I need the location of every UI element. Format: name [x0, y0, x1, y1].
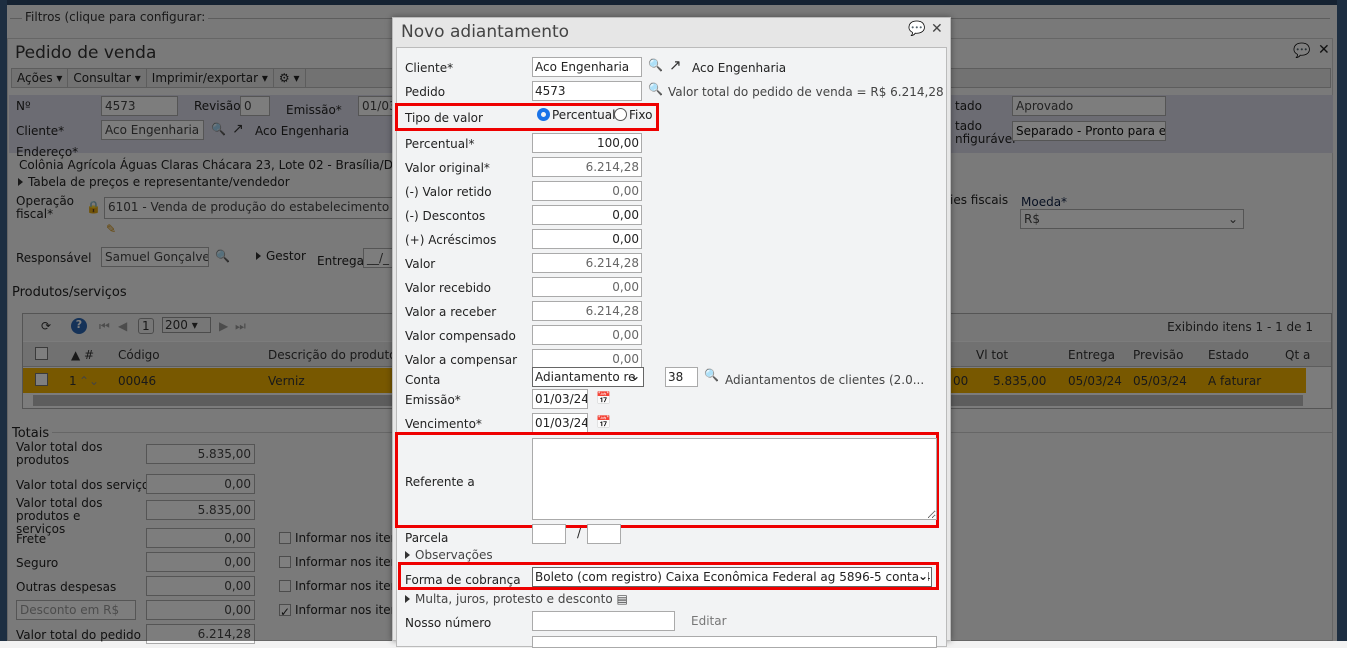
next-field[interactable]: [532, 636, 937, 648]
field-input[interactable]: 0,00: [532, 205, 642, 225]
notes-icon[interactable]: ▤: [617, 592, 628, 606]
field-label: Valor recebido: [405, 281, 491, 295]
radio-fixo[interactable]: Fixo: [614, 108, 652, 122]
search-icon[interactable]: 🔍: [704, 368, 719, 382]
multa-toggle[interactable]: Multa, juros, protesto e desconto ▤: [405, 592, 628, 606]
editar-link[interactable]: Editar: [691, 614, 727, 628]
pedido-label: Pedido: [405, 85, 446, 99]
dialog-body: Cliente* Aco Engenharia 🔍 ↗ Aco Engenhar…: [395, 47, 947, 648]
referente-label: Referente a: [405, 475, 475, 489]
field-input[interactable]: 6.214,28: [532, 253, 642, 273]
field-input[interactable]: 6.214,28: [532, 301, 642, 321]
field-label: Valor compensado: [405, 329, 516, 343]
parcela-separator: /: [577, 526, 582, 540]
external-link-icon[interactable]: ↗: [669, 56, 682, 74]
pedido-info: Valor total do pedido de venda = R$ 6.21…: [668, 85, 944, 99]
emissao-label: Emissão*: [405, 393, 461, 407]
parcela-input[interactable]: [532, 524, 566, 544]
conta-label: Conta: [405, 373, 441, 387]
observacoes-toggle[interactable]: Observações: [405, 548, 493, 562]
field-label: Percentual*: [405, 137, 475, 151]
emissao-input[interactable]: 01/03/24: [532, 389, 588, 409]
parcela-total-input[interactable]: [587, 524, 621, 544]
cliente-input[interactable]: Aco Engenharia: [532, 57, 642, 77]
search-icon[interactable]: 🔍: [648, 82, 663, 96]
vencimento-input[interactable]: 01/03/24: [532, 413, 588, 433]
field-label: Valor a receber: [405, 305, 497, 319]
observacoes-label: Observações: [415, 548, 493, 562]
close-icon[interactable]: ✕: [931, 21, 943, 37]
calendar-icon[interactable]: 📅: [596, 391, 611, 405]
calendar-icon[interactable]: 📅: [596, 415, 611, 429]
cliente-link[interactable]: Aco Engenharia: [692, 61, 786, 75]
nosso-numero-input[interactable]: [532, 611, 675, 631]
search-icon[interactable]: 🔍: [648, 58, 663, 72]
cliente-label: Cliente*: [405, 61, 454, 75]
forma-cobranca-select[interactable]: Boleto (com registro) Caixa Econômica Fe…: [532, 567, 932, 587]
fixo-label: Fixo: [629, 108, 653, 122]
pedido-input[interactable]: 4573: [532, 81, 642, 101]
field-input[interactable]: 0,00: [532, 229, 642, 249]
conta-codigo-input[interactable]: 38: [665, 367, 698, 387]
radio-checked-icon[interactable]: [537, 108, 550, 121]
tipo-valor-label: Tipo de valor: [405, 111, 483, 125]
radio-percentual[interactable]: Percentual: [537, 108, 615, 122]
field-input[interactable]: 0,00: [532, 325, 642, 345]
multa-label: Multa, juros, protesto e desconto: [415, 592, 613, 606]
nosso-numero-label: Nosso número: [405, 616, 492, 630]
field-label: (-) Valor retido: [405, 185, 492, 199]
percentual-label: Percentual: [552, 108, 616, 122]
forma-cobranca-value: Boleto (com registro) Caixa Econômica Fe…: [535, 570, 932, 584]
field-input[interactable]: 0,00: [532, 181, 642, 201]
field-input[interactable]: 0,00: [532, 349, 642, 369]
field-label: (-) Descontos: [405, 209, 486, 223]
field-label: Valor original*: [405, 161, 490, 175]
field-label: Valor a compensar: [405, 353, 517, 367]
comment-icon[interactable]: 💬: [908, 21, 925, 37]
conta-select[interactable]: Adiantamento re ⌄: [532, 367, 644, 387]
field-input[interactable]: 0,00: [532, 277, 642, 297]
dialog-title: Novo adiantamento: [401, 22, 570, 42]
referente-textarea[interactable]: [532, 438, 937, 520]
conta-value: Adiantamento re: [535, 370, 636, 384]
field-label: Valor: [405, 257, 436, 271]
radio-unchecked-icon[interactable]: [614, 108, 627, 121]
novo-adiantamento-dialog: Novo adiantamento 💬 ✕ Cliente* Aco Engen…: [392, 17, 951, 648]
vencimento-label: Vencimento*: [405, 417, 482, 431]
field-input[interactable]: 6.214,28: [532, 157, 642, 177]
field-label: (+) Acréscimos: [405, 233, 497, 247]
parcela-label: Parcela: [405, 531, 449, 545]
forma-cobranca-label: Forma de cobrança: [405, 573, 521, 587]
field-input[interactable]: 100,00: [532, 133, 642, 153]
conta-descricao: Adiantamentos de clientes (2.0...: [725, 373, 925, 387]
